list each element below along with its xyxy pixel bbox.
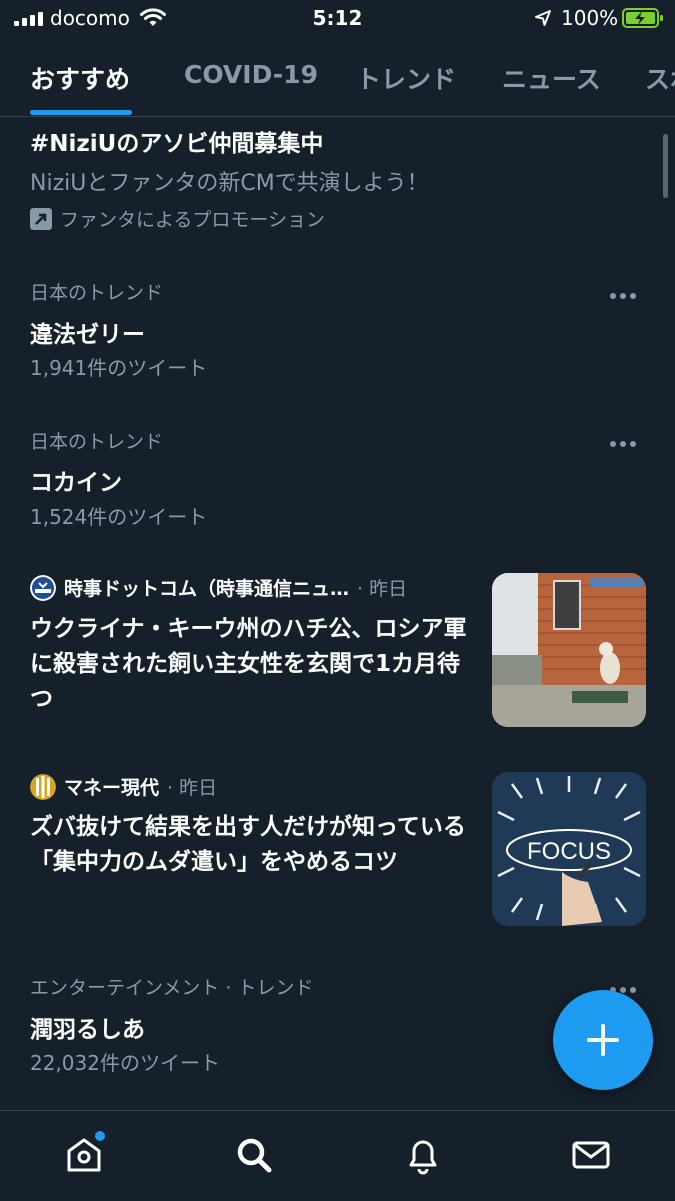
tab-news[interactable]: ニュース — [502, 60, 601, 96]
news-thumbnail — [492, 573, 646, 727]
more-options-icon[interactable] — [610, 284, 650, 304]
trend-context: 日本のトレンド — [30, 282, 164, 304]
tab-sports[interactable]: スポ — [645, 60, 675, 96]
explore-tabs: おすすめ COVID-19 トレンド ニュース スポ — [0, 40, 675, 117]
trend-tweet-count: 1,941件のツイート — [30, 356, 208, 380]
news-source-name: マネー現代 — [64, 777, 160, 799]
trend-context: 日本のトレンド — [30, 431, 164, 453]
trend-title: 潤羽るしあ — [30, 1017, 145, 1043]
active-tab-indicator — [30, 110, 132, 115]
news-source: マネー現代 · 昨日 — [30, 773, 217, 800]
notification-dot — [95, 1131, 105, 1141]
bottom-navigation — [0, 1110, 675, 1201]
more-options-icon[interactable] — [610, 432, 650, 452]
trend-tweet-count: 22,032件のツイート — [30, 1051, 220, 1075]
promoted-badge: ファンタによるプロモーション — [30, 205, 325, 232]
scrollbar[interactable] — [663, 134, 668, 198]
trend-title: 違法ゼリー — [30, 322, 145, 348]
compose-tweet-button[interactable] — [553, 990, 653, 1090]
status-bar: docomo 5:12 100% — [0, 0, 675, 40]
battery-percent: 100% — [561, 6, 619, 30]
battery-charging-icon — [622, 8, 663, 28]
promoted-trend-description: NiziUとファンタの新CMで共演しよう！ — [30, 171, 429, 196]
promoted-arrow-icon — [30, 207, 52, 230]
news-source: 時事ドットコム（時事通信ニュ… · 昨日 — [30, 574, 407, 601]
news-source-name: 時事ドットコム（時事通信ニュ… — [64, 578, 350, 600]
news-time: · 昨日 — [167, 777, 218, 799]
jiji-logo-icon — [30, 574, 56, 601]
trend-tweet-count: 1,524件のツイート — [30, 505, 208, 529]
home-icon[interactable] — [64, 1135, 104, 1175]
news-time: · 昨日 — [357, 578, 408, 600]
tab-covid19[interactable]: COVID-19 — [184, 60, 318, 89]
mail-icon[interactable] — [571, 1135, 611, 1175]
news-headline: ウクライナ・キーウ州のハチ公、ロシア軍に殺害された飼い主女性を玄関で1カ月待つ — [30, 616, 467, 712]
plus-icon — [587, 1024, 619, 1056]
search-icon[interactable] — [234, 1135, 274, 1175]
promoted-trend-title: #NiziUのアソビ仲間募集中 — [30, 131, 324, 157]
news-thumbnail: FOCUS — [492, 772, 646, 926]
location-arrow-icon — [535, 10, 551, 26]
news-headline: ズバ抜けて結果を出す人だけが知っている「集中力のムダ遣い」をやめるコツ — [30, 814, 466, 875]
tab-trends[interactable]: トレンド — [356, 60, 456, 96]
trend-context: エンターテインメント · トレンド — [30, 977, 314, 999]
trend-title: コカイン — [30, 470, 122, 496]
focus-text: FOCUS — [527, 838, 611, 865]
tab-recommended[interactable]: おすすめ — [30, 60, 130, 96]
promoted-label: ファンタによるプロモーション — [60, 209, 326, 231]
money-gendai-logo-icon — [30, 773, 56, 800]
bell-icon[interactable] — [403, 1135, 443, 1175]
